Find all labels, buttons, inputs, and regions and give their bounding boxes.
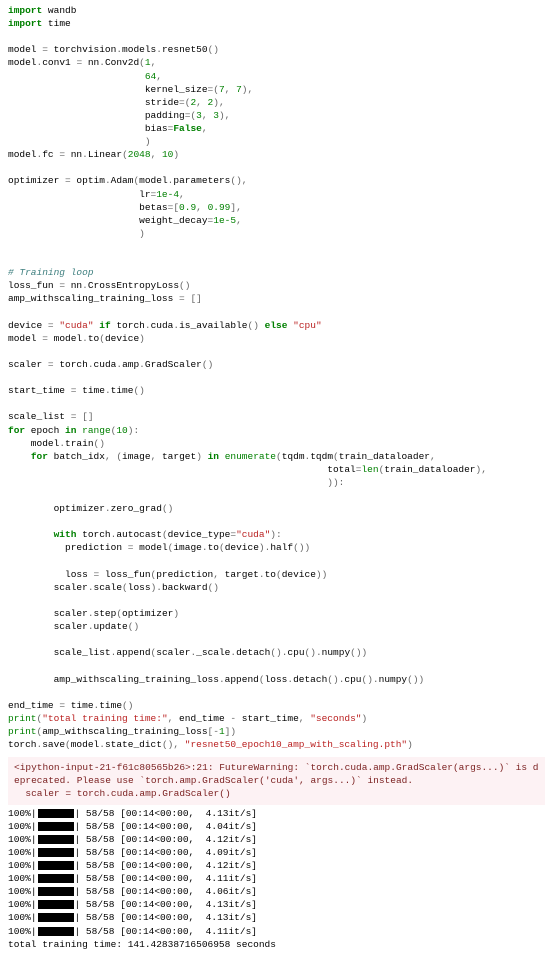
progress-count: 58/58	[86, 886, 115, 897]
progress-line: 100%|| 58/58 [00:14<00:00, 4.13it/s]	[8, 911, 545, 924]
progress-bar-icon	[38, 927, 74, 936]
progress-percent: 100%	[8, 926, 31, 937]
progress-count: 58/58	[86, 821, 115, 832]
progress-rate: 4.12it/s]	[206, 860, 257, 871]
progress-line: 100%|| 58/58 [00:14<00:00, 4.12it/s]	[8, 833, 545, 846]
output-final-line: total training time: 141.42838716506958 …	[8, 938, 545, 951]
progress-rate: 4.06it/s]	[206, 886, 257, 897]
progress-rate: 4.09it/s]	[206, 847, 257, 858]
progress-bar-icon	[38, 809, 74, 818]
progress-percent: 100%	[8, 821, 31, 832]
progress-rate: 4.11it/s]	[206, 926, 257, 937]
progress-bar-icon	[38, 822, 74, 831]
progress-time: [00:14<00:00,	[120, 886, 194, 897]
progress-percent: 100%	[8, 886, 31, 897]
progress-bar-icon	[38, 874, 74, 883]
progress-rate: 4.12it/s]	[206, 834, 257, 845]
progress-time: [00:14<00:00,	[120, 847, 194, 858]
progress-line: 100%|| 58/58 [00:14<00:00, 4.06it/s]	[8, 885, 545, 898]
progress-rate: 4.13it/s]	[206, 912, 257, 923]
progress-time: [00:14<00:00,	[120, 873, 194, 884]
progress-line: 100%|| 58/58 [00:14<00:00, 4.11it/s]	[8, 925, 545, 938]
progress-line: 100%|| 58/58 [00:14<00:00, 4.11it/s]	[8, 872, 545, 885]
progress-count: 58/58	[86, 873, 115, 884]
code-cell: import wandb import time model = torchvi…	[8, 4, 545, 751]
progress-time: [00:14<00:00,	[120, 926, 194, 937]
progress-percent: 100%	[8, 847, 31, 858]
progress-time: [00:14<00:00,	[120, 860, 194, 871]
progress-bar-icon	[38, 900, 74, 909]
progress-rate: 4.04it/s]	[206, 821, 257, 832]
progress-count: 58/58	[86, 860, 115, 871]
progress-rate: 4.13it/s]	[206, 899, 257, 910]
progress-bar-icon	[38, 887, 74, 896]
progress-line: 100%|| 58/58 [00:14<00:00, 4.09it/s]	[8, 846, 545, 859]
progress-line: 100%|| 58/58 [00:14<00:00, 4.13it/s]	[8, 898, 545, 911]
progress-bar-icon	[38, 848, 74, 857]
progress-percent: 100%	[8, 912, 31, 923]
progress-rate: 4.13it/s]	[206, 808, 257, 819]
progress-rate: 4.11it/s]	[206, 873, 257, 884]
progress-percent: 100%	[8, 899, 31, 910]
progress-percent: 100%	[8, 834, 31, 845]
progress-time: [00:14<00:00,	[120, 821, 194, 832]
progress-count: 58/58	[86, 834, 115, 845]
progress-line: 100%|| 58/58 [00:14<00:00, 4.04it/s]	[8, 820, 545, 833]
progress-time: [00:14<00:00,	[120, 899, 194, 910]
progress-percent: 100%	[8, 873, 31, 884]
progress-bar-icon	[38, 835, 74, 844]
progress-bar-icon	[38, 861, 74, 870]
progress-percent: 100%	[8, 860, 31, 871]
output-warning: <ipython-input-21-f61c80565b26>:21: Futu…	[8, 757, 545, 804]
progress-count: 58/58	[86, 847, 115, 858]
progress-time: [00:14<00:00,	[120, 834, 194, 845]
progress-time: [00:14<00:00,	[120, 808, 194, 819]
progress-line: 100%|| 58/58 [00:14<00:00, 4.12it/s]	[8, 859, 545, 872]
progress-count: 58/58	[86, 926, 115, 937]
output-progress: 100%|| 58/58 [00:14<00:00, 4.13it/s]100%…	[8, 807, 545, 938]
progress-count: 58/58	[86, 899, 115, 910]
progress-line: 100%|| 58/58 [00:14<00:00, 4.13it/s]	[8, 807, 545, 820]
progress-time: [00:14<00:00,	[120, 912, 194, 923]
progress-bar-icon	[38, 913, 74, 922]
progress-count: 58/58	[86, 808, 115, 819]
progress-percent: 100%	[8, 808, 31, 819]
progress-count: 58/58	[86, 912, 115, 923]
